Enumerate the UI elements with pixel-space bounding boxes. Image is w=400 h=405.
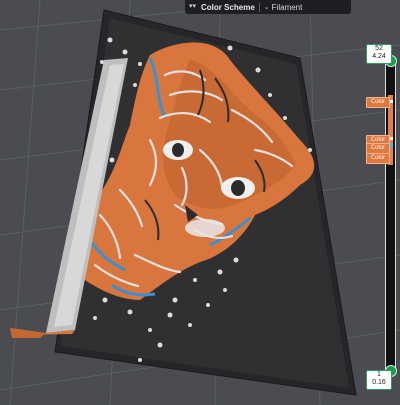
chevron-down-icon[interactable]: ⌄ — [264, 3, 270, 11]
color-scheme-bar[interactable]: ▾▾ Color Scheme ⌄ Filament — [185, 0, 351, 14]
bottom-layer-number: 1 — [377, 371, 381, 378]
top-layer-height: 4.24 — [372, 53, 386, 60]
color-scheme-select[interactable]: Filament — [272, 3, 303, 12]
color-change-tag[interactable]: Color — [366, 153, 390, 164]
bottom-layer-height: 0.16 — [372, 379, 386, 386]
color-scheme-label: Color Scheme — [201, 2, 255, 12]
double-chevron-down-icon[interactable]: ▾▾ — [189, 0, 198, 14]
top-layer-number: 52 — [375, 45, 383, 52]
bar-divider — [258, 2, 260, 12]
top-layer-readout: 52 4.24 — [366, 44, 392, 64]
3d-preview-viewport[interactable] — [0, 0, 400, 405]
color-change-tag[interactable]: Color — [366, 97, 390, 108]
bottom-layer-readout: 1 0.16 — [366, 370, 392, 390]
